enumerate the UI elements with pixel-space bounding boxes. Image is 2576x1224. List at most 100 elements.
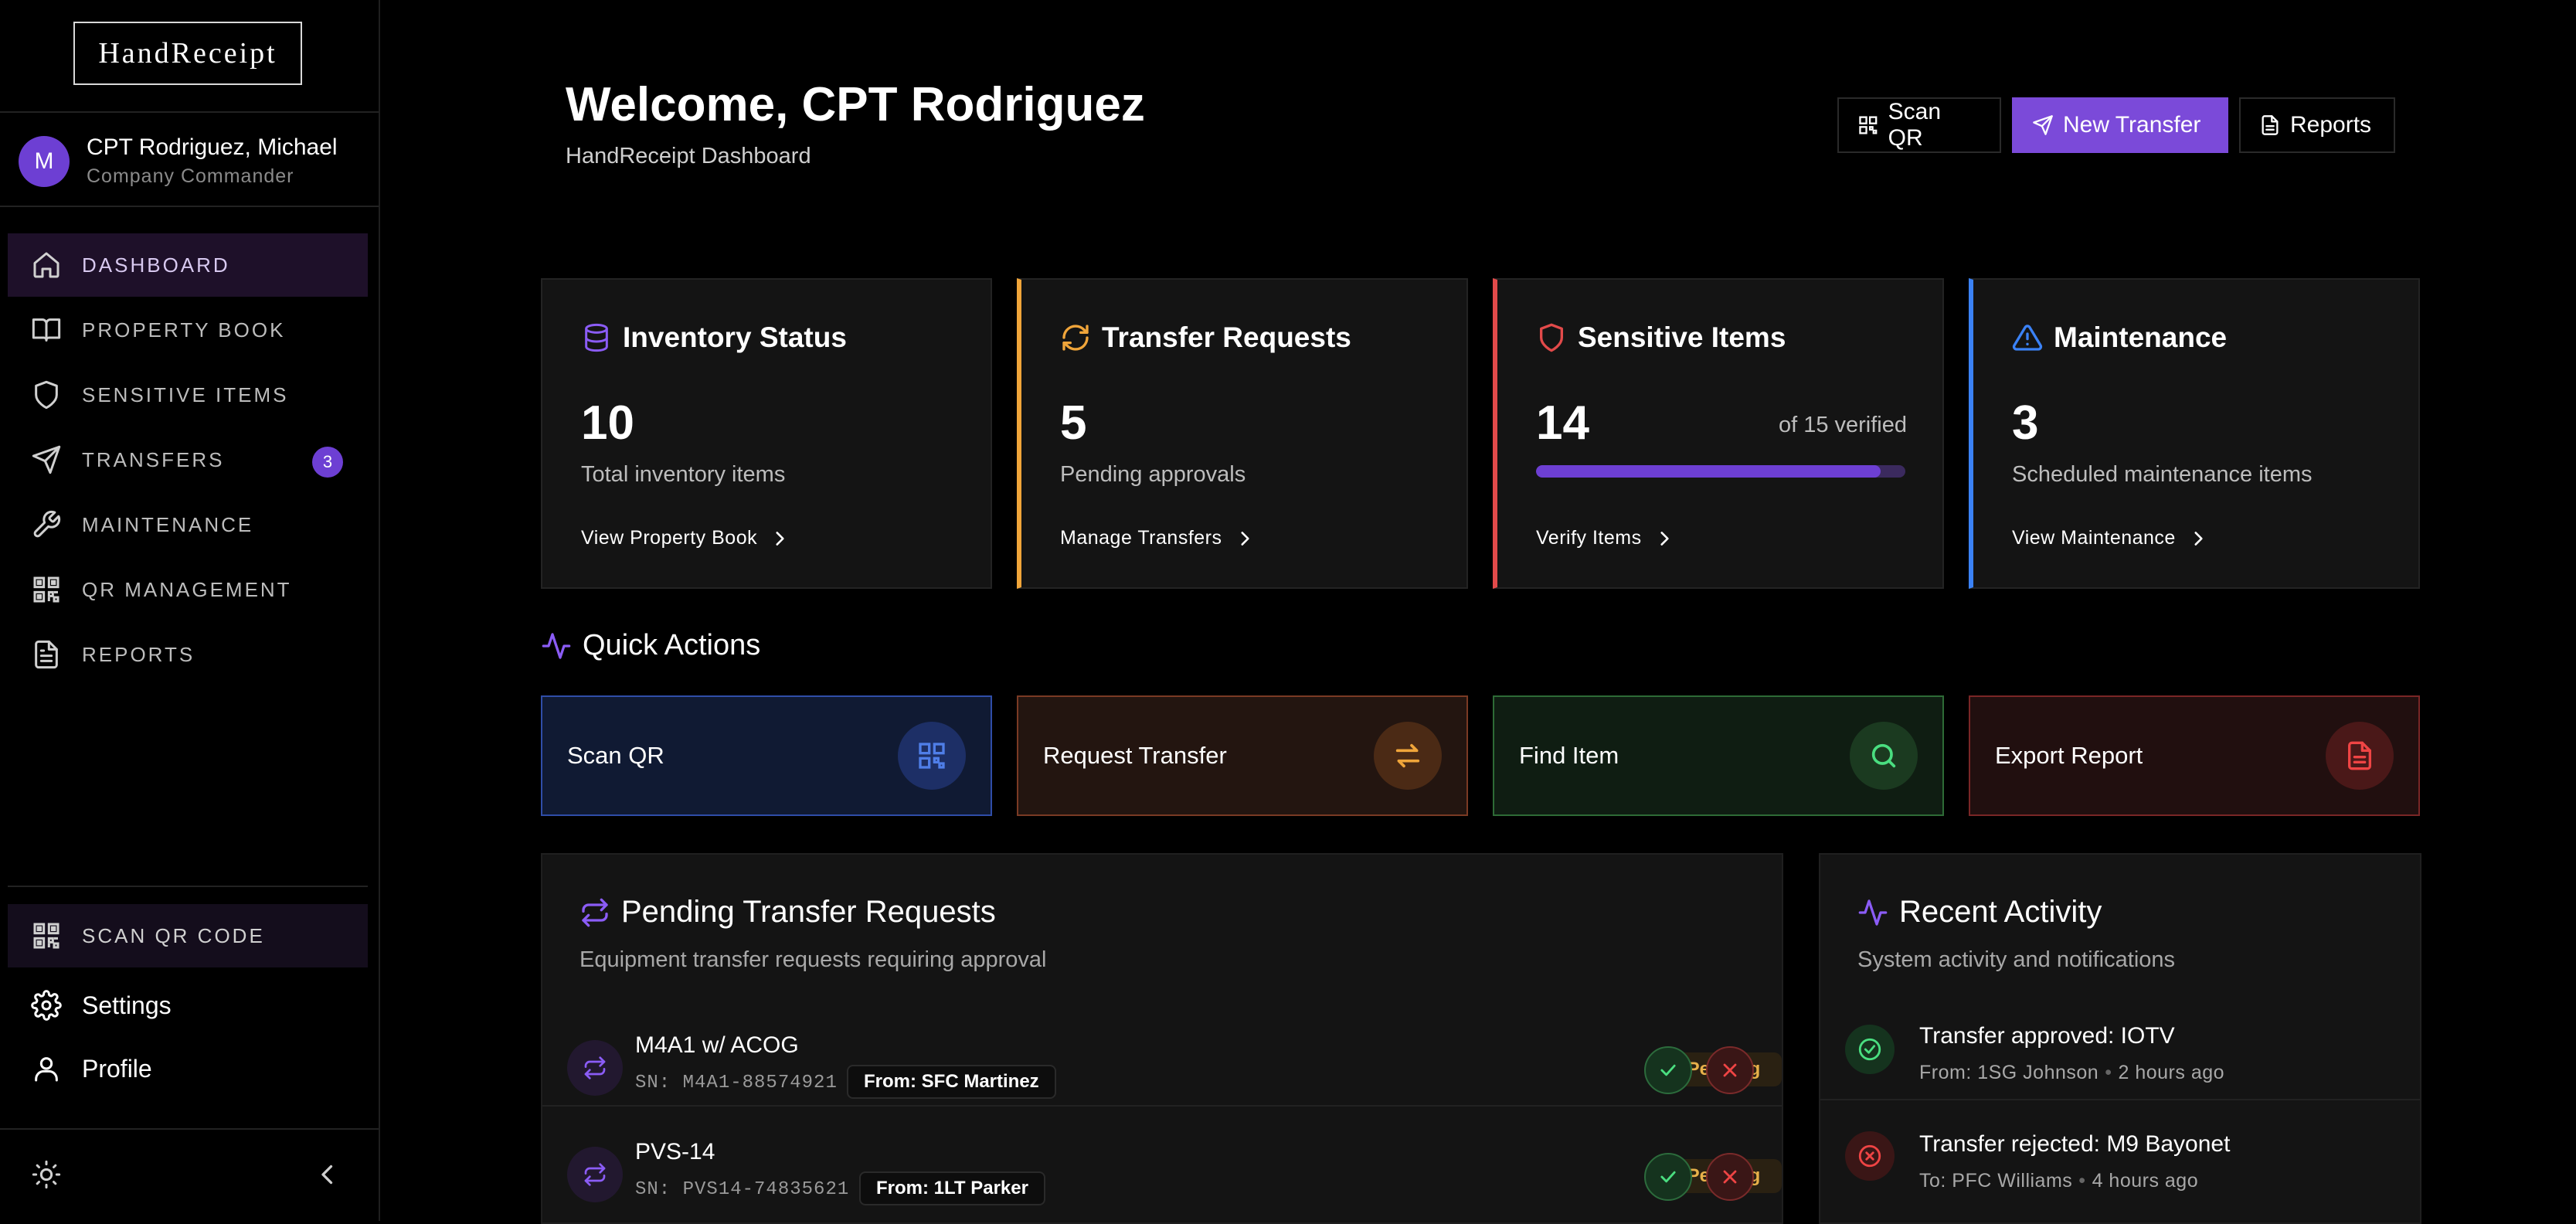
- transfer-arrows-icon: [584, 1163, 606, 1186]
- from-tag: From: 1LT Parker: [859, 1171, 1045, 1205]
- database-icon: [585, 323, 608, 352]
- sidebar-item-property-book[interactable]: PROPERTY BOOK: [8, 298, 368, 362]
- sidebar-item-dashboard[interactable]: DASHBOARD: [8, 233, 368, 297]
- quick-actions-heading: Quick Actions: [541, 629, 760, 662]
- close-icon: [1723, 1170, 1737, 1184]
- qr-icon: [33, 923, 59, 949]
- quick-action-icon-circle: [2326, 722, 2394, 790]
- file-icon: [35, 640, 58, 669]
- approve-button[interactable]: [1644, 1046, 1692, 1094]
- progress-fill: [1536, 465, 1881, 478]
- sidebar-item-label: QR MANAGEMENT: [82, 577, 292, 601]
- link-label: View Maintenance: [2012, 527, 2176, 549]
- new-transfer-button[interactable]: New Transfer: [2012, 97, 2228, 153]
- user-role: Company Commander: [87, 165, 294, 187]
- card-title: Transfer Requests: [1102, 321, 1351, 353]
- sidebar-item-qr-management[interactable]: QR MANAGEMENT: [8, 558, 368, 621]
- pending-transfers-panel: Pending Transfer Requests Equipment tran…: [541, 853, 1783, 1224]
- quick-action-icon-circle: [898, 722, 966, 790]
- panel-subtitle: System activity and notifications: [1857, 947, 2176, 972]
- divider: [8, 886, 368, 887]
- chevron-right-icon: [1660, 531, 1669, 546]
- quick-action-request-transfer[interactable]: Request Transfer: [1017, 695, 1468, 816]
- check-icon: [1660, 1064, 1676, 1076]
- chevron-right-icon: [2194, 531, 2203, 546]
- verification-progress-bar: [1536, 465, 1905, 478]
- quick-action-icon-circle: [1850, 722, 1918, 790]
- check-circle-icon: [1858, 1038, 1881, 1061]
- collapse-sidebar-button[interactable]: [314, 1161, 342, 1188]
- user-profile[interactable]: M CPT Rodriguez, Michael Company Command…: [19, 134, 338, 188]
- activity-time: 2 hours ago: [2118, 1062, 2225, 1083]
- sidebar-item-maintenance[interactable]: MAINTENANCE: [8, 493, 368, 556]
- transfer-row[interactable]: PVS-14 SN: PVS14-74835621 From: 1LT Park…: [542, 1105, 1782, 1221]
- reject-button[interactable]: [1706, 1153, 1754, 1201]
- divider: [0, 206, 379, 207]
- transfer-count: 5: [1060, 396, 1087, 450]
- quick-action-label: Scan QR: [567, 742, 664, 769]
- scan-qr-code-button[interactable]: SCAN QR CODE: [8, 904, 368, 967]
- sidebar-item-profile[interactable]: Profile: [8, 1037, 368, 1100]
- maintenance-count: 3: [2012, 396, 2039, 450]
- verify-items-link[interactable]: Verify Items: [1536, 527, 1674, 549]
- quick-action-export-report[interactable]: Export Report: [1969, 695, 2420, 816]
- qr-icon: [33, 576, 59, 603]
- check-icon: [1660, 1171, 1676, 1183]
- divider: [0, 111, 379, 113]
- settings-label: Settings: [82, 991, 172, 1019]
- quick-actions-title: Quick Actions: [583, 629, 761, 661]
- sidebar: HandReceipt M CPT Rodriguez, Michael Com…: [0, 0, 380, 1221]
- reports-button[interactable]: Reports: [2239, 97, 2395, 153]
- book-icon: [32, 318, 61, 342]
- card-description: Total inventory items: [581, 462, 786, 487]
- arrows-icon: [1395, 743, 1420, 768]
- reports-label: Reports: [2290, 112, 2372, 138]
- quick-action-scan-qr[interactable]: Scan QR: [541, 695, 992, 816]
- chevron-right-icon: [776, 531, 784, 546]
- reject-button[interactable]: [1706, 1046, 1754, 1094]
- transfer-icon-circle: [567, 1147, 623, 1202]
- transfers-count-badge: 3: [312, 447, 343, 478]
- sensitive-count: 14: [1536, 396, 1589, 450]
- sidebar-item-settings[interactable]: Settings: [8, 974, 368, 1037]
- view-property-book-link[interactable]: View Property Book: [581, 527, 790, 549]
- activity-item[interactable]: Transfer rejected: M9 Bayonet To: PFC Wi…: [1820, 1099, 2420, 1212]
- manage-transfers-link[interactable]: Manage Transfers: [1060, 527, 1255, 549]
- approve-button[interactable]: [1644, 1153, 1692, 1201]
- sidebar-item-sensitive-items[interactable]: SENSITIVE ITEMS: [8, 363, 368, 427]
- activity-item[interactable]: Transfer approved: IOTV From: 1SG Johnso…: [1820, 1001, 2420, 1114]
- theme-toggle[interactable]: [31, 1159, 62, 1190]
- card-title: Sensitive Items: [1578, 321, 1786, 353]
- chevron-right-icon: [1240, 531, 1249, 546]
- card-title: Inventory Status: [623, 321, 847, 353]
- approved-icon-circle: [1845, 1025, 1895, 1074]
- recent-activity-heading: Recent Activity: [1857, 895, 2102, 930]
- close-icon: [1723, 1063, 1737, 1077]
- scan-qr-button[interactable]: Scan QR: [1837, 97, 2001, 153]
- sidebar-item-label: MAINTENANCE: [82, 512, 254, 536]
- chevron-left-icon: [321, 1164, 333, 1185]
- activity-icon: [542, 632, 571, 659]
- transfer-arrows-icon: [584, 1056, 606, 1080]
- activity-title: Transfer rejected: M9 Bayonet: [1919, 1131, 2231, 1157]
- sensitive-items-card: Sensitive Items 14 of 15 verified Verify…: [1493, 278, 1944, 589]
- separator-dot: •: [2105, 1062, 2112, 1083]
- sidebar-item-transfers[interactable]: TRANSFERS 3: [8, 428, 368, 491]
- separator-dot: •: [2078, 1170, 2086, 1192]
- qr-icon: [1859, 116, 1878, 134]
- page-subtitle: HandReceipt Dashboard: [566, 144, 811, 168]
- sidebar-item-reports[interactable]: REPORTS: [8, 623, 368, 686]
- verified-total: of 15 verified: [1778, 413, 1907, 437]
- quick-action-find-item[interactable]: Find Item: [1493, 695, 1944, 816]
- sidebar-nav: DASHBOARD PROPERTY BOOK SENSITIVE ITEMS …: [8, 233, 368, 688]
- shield-icon: [1540, 323, 1563, 352]
- activity-icon: [1858, 899, 1888, 926]
- file-icon: [2262, 115, 2279, 135]
- user-icon: [35, 1057, 58, 1082]
- activity-time: 4 hours ago: [2092, 1170, 2199, 1192]
- app-logo[interactable]: HandReceipt: [73, 22, 302, 85]
- view-maintenance-link[interactable]: View Maintenance: [2012, 527, 2208, 549]
- sidebar-item-label: REPORTS: [82, 642, 195, 666]
- rejected-icon-circle: [1845, 1131, 1895, 1181]
- profile-label: Profile: [82, 1054, 152, 1083]
